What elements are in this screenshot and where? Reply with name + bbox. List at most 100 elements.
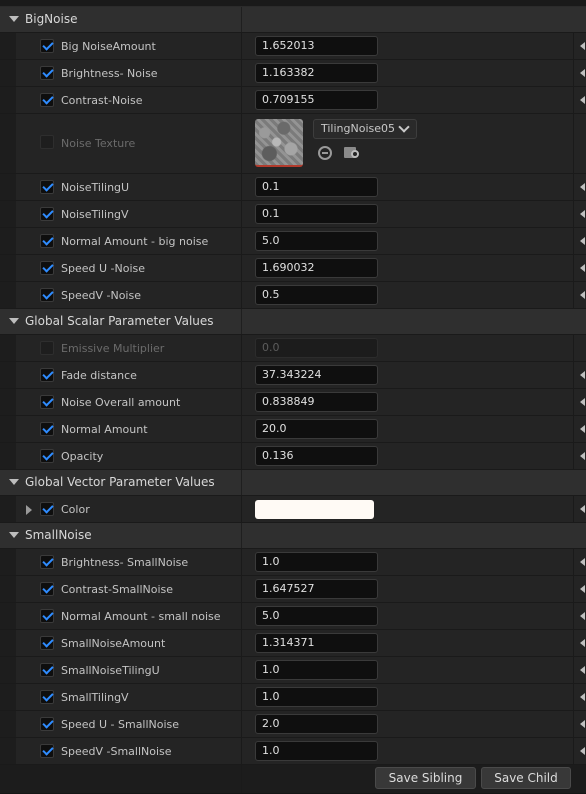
reset-to-default-icon[interactable] bbox=[580, 666, 585, 674]
param-value-input[interactable]: 0.1 bbox=[255, 177, 378, 197]
reset-to-default-icon[interactable] bbox=[580, 425, 585, 433]
reset-to-default-icon[interactable] bbox=[580, 747, 585, 755]
collapse-arrow-icon[interactable] bbox=[9, 318, 19, 324]
override-checkbox[interactable] bbox=[40, 368, 54, 382]
param-value-input[interactable]: 5.0 bbox=[255, 606, 378, 626]
reset-to-default-icon[interactable] bbox=[580, 505, 585, 513]
param-value-input[interactable]: 1.0 bbox=[255, 687, 378, 707]
param-value-input[interactable]: 1.0 bbox=[255, 660, 378, 680]
color-swatch[interactable] bbox=[255, 500, 374, 519]
reset-to-default-icon[interactable] bbox=[580, 96, 585, 104]
reset-to-default-icon[interactable] bbox=[580, 612, 585, 620]
param-row: Contrast-SmallNoise 1.647527 bbox=[0, 576, 586, 603]
override-checkbox[interactable] bbox=[40, 135, 54, 149]
param-row-noise-texture: Noise Texture TilingNoise05 bbox=[0, 114, 586, 174]
override-checkbox[interactable] bbox=[40, 207, 54, 221]
param-label: Big NoiseAmount bbox=[61, 40, 156, 53]
override-checkbox[interactable] bbox=[40, 39, 54, 53]
override-checkbox[interactable] bbox=[40, 288, 54, 302]
category-title: Global Scalar Parameter Values bbox=[25, 314, 214, 328]
reset-to-default-icon[interactable] bbox=[580, 585, 585, 593]
param-value-input[interactable]: 1.647527 bbox=[255, 579, 378, 599]
collapse-arrow-icon[interactable] bbox=[9, 16, 19, 22]
param-value-input[interactable]: 1.652013 bbox=[255, 36, 378, 56]
param-value-input[interactable]: 0.1 bbox=[255, 204, 378, 224]
override-checkbox[interactable] bbox=[40, 502, 54, 516]
override-checkbox[interactable] bbox=[40, 422, 54, 436]
override-checkbox[interactable] bbox=[40, 555, 54, 569]
reset-to-default-icon[interactable] bbox=[580, 264, 585, 272]
param-row: Normal Amount 20.0 bbox=[0, 416, 586, 443]
param-row: Noise Overall amount 0.838849 bbox=[0, 389, 586, 416]
save-sibling-button[interactable]: Save Sibling bbox=[375, 767, 476, 789]
category-smallnoise[interactable]: SmallNoise bbox=[0, 523, 586, 549]
reset-to-default-icon[interactable] bbox=[580, 69, 585, 77]
reset-to-default-icon[interactable] bbox=[580, 639, 585, 647]
collapse-arrow-icon[interactable] bbox=[9, 479, 19, 485]
param-value-input[interactable]: 0.709155 bbox=[255, 90, 378, 110]
param-value-input[interactable]: 1.0 bbox=[255, 552, 378, 572]
override-checkbox[interactable] bbox=[40, 261, 54, 275]
override-checkbox[interactable] bbox=[40, 636, 54, 650]
override-checkbox[interactable] bbox=[40, 449, 54, 463]
param-label: Opacity bbox=[61, 450, 104, 463]
param-value-input[interactable]: 0.5 bbox=[255, 285, 378, 305]
param-label: Emissive Multiplier bbox=[61, 342, 165, 355]
param-row: SpeedV -Noise 0.5 bbox=[0, 282, 586, 309]
param-value-input[interactable]: 0.136 bbox=[255, 446, 378, 466]
reset-to-default-icon[interactable] bbox=[580, 720, 585, 728]
reset-to-default-icon[interactable] bbox=[580, 558, 585, 566]
param-row: Brightness- Noise 1.163382 bbox=[0, 60, 586, 87]
param-label: NoiseTilingV bbox=[61, 208, 129, 221]
browse-asset-icon[interactable] bbox=[344, 145, 360, 159]
override-checkbox[interactable] bbox=[40, 93, 54, 107]
param-value-input[interactable]: 1.314371 bbox=[255, 633, 378, 653]
texture-asset-dropdown[interactable]: TilingNoise05 bbox=[313, 119, 417, 139]
param-value-input[interactable]: 1.0 bbox=[255, 741, 378, 761]
param-label: Brightness- SmallNoise bbox=[61, 556, 189, 569]
param-value-input[interactable]: 2.0 bbox=[255, 714, 378, 734]
reset-to-default-icon[interactable] bbox=[580, 42, 585, 50]
override-checkbox[interactable] bbox=[40, 341, 54, 355]
param-value-input[interactable]: 5.0 bbox=[255, 231, 378, 251]
reset-to-default-icon[interactable] bbox=[580, 237, 585, 245]
param-label: Contrast-SmallNoise bbox=[61, 583, 174, 596]
override-checkbox[interactable] bbox=[40, 582, 54, 596]
reset-to-default-icon[interactable] bbox=[580, 210, 585, 218]
collapse-arrow-icon[interactable] bbox=[9, 532, 19, 538]
override-checkbox[interactable] bbox=[40, 180, 54, 194]
param-label: Noise Texture bbox=[61, 137, 136, 150]
category-bignoise[interactable]: BigNoise bbox=[0, 7, 586, 33]
param-row: Speed U -Noise 1.690032 bbox=[0, 255, 586, 282]
override-checkbox[interactable] bbox=[40, 663, 54, 677]
param-value-input[interactable]: 1.690032 bbox=[255, 258, 378, 278]
override-checkbox[interactable] bbox=[40, 717, 54, 731]
param-value-input[interactable]: 0.838849 bbox=[255, 392, 378, 412]
param-value-input[interactable]: 20.0 bbox=[255, 419, 378, 439]
override-checkbox[interactable] bbox=[40, 395, 54, 409]
param-value-input[interactable]: 0.0 bbox=[255, 338, 378, 358]
category-global-vector[interactable]: Global Vector Parameter Values bbox=[0, 470, 586, 496]
reset-to-default-icon[interactable] bbox=[580, 291, 585, 299]
param-label: Normal Amount - big noise bbox=[61, 235, 209, 248]
param-label: SpeedV -Noise bbox=[61, 289, 141, 302]
texture-thumbnail[interactable] bbox=[255, 119, 303, 167]
reset-to-default-icon[interactable] bbox=[580, 452, 585, 460]
override-checkbox[interactable] bbox=[40, 609, 54, 623]
override-checkbox[interactable] bbox=[40, 66, 54, 80]
use-selected-asset-icon[interactable] bbox=[318, 146, 332, 160]
param-value-input[interactable]: 1.163382 bbox=[255, 63, 378, 83]
param-value-input[interactable]: 37.343224 bbox=[255, 365, 378, 385]
override-checkbox[interactable] bbox=[40, 690, 54, 704]
param-row: Normal Amount - big noise 5.0 bbox=[0, 228, 586, 255]
category-global-scalar[interactable]: Global Scalar Parameter Values bbox=[0, 309, 586, 335]
reset-to-default-icon[interactable] bbox=[580, 398, 585, 406]
reset-to-default-icon[interactable] bbox=[580, 183, 585, 191]
reset-to-default-icon[interactable] bbox=[580, 371, 585, 379]
override-checkbox[interactable] bbox=[40, 234, 54, 248]
save-child-button[interactable]: Save Child bbox=[481, 767, 571, 789]
param-row: SmallNoiseAmount 1.314371 bbox=[0, 630, 586, 657]
reset-to-default-icon[interactable] bbox=[580, 693, 585, 701]
expand-arrow-icon[interactable] bbox=[26, 505, 32, 515]
override-checkbox[interactable] bbox=[40, 744, 54, 758]
